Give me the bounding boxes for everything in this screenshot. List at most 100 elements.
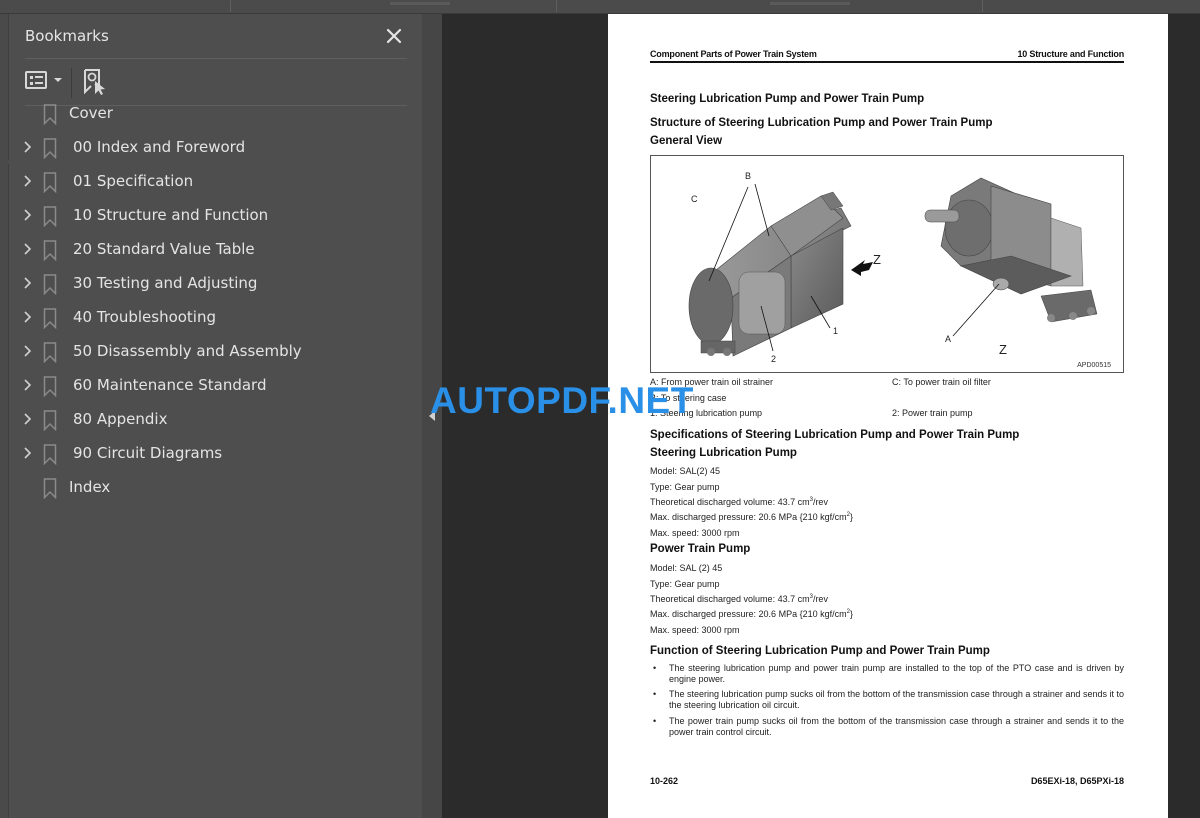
- bookmark-label: 00 Index and Foreword: [73, 138, 246, 156]
- bookmark-label: 30 Testing and Adjusting: [73, 274, 258, 292]
- model-footer: D65EXi-18, D65PXi-18: [1030, 776, 1124, 786]
- bookmark-label: 01 Specification: [73, 172, 194, 190]
- toolbar-divider: [230, 0, 231, 12]
- toolbar-field[interactable]: [390, 2, 450, 5]
- bookmark-item[interactable]: 30 Testing and Adjusting: [9, 268, 409, 298]
- specs-heading: Specifications of Steering Lubrication P…: [650, 429, 1020, 441]
- page-title: Steering Lubrication Pump and Power Trai…: [650, 93, 925, 105]
- bookmark-label: 20 Standard Value Table: [73, 240, 255, 258]
- close-icon: [386, 28, 402, 44]
- function-heading: Function of Steering Lubrication Pump an…: [650, 645, 990, 657]
- bookmark-item[interactable]: 00 Index and Foreword: [9, 132, 409, 162]
- steering-pump-pressure: Max. discharged pressure: 20.6 MPa {210 …: [650, 512, 853, 522]
- toolbar-divider: [71, 68, 72, 98]
- label-a: A: [945, 334, 952, 344]
- legend-c: C: To power train oil filter: [892, 377, 991, 387]
- structure-heading: Structure of Steering Lubrication Pump a…: [650, 117, 993, 129]
- toolbar-divider: [982, 0, 983, 12]
- bookmark-icon: [43, 206, 57, 227]
- power-train-pump-volume: Theoretical discharged volume: 43.7 cm3/…: [650, 594, 828, 604]
- options-menu-button[interactable]: [25, 70, 65, 94]
- close-panel-button[interactable]: [383, 25, 405, 47]
- bookmarks-toolbar: [25, 68, 405, 98]
- bookmark-item[interactable]: 40 Troubleshooting: [9, 302, 409, 332]
- bookmark-icon: [43, 240, 57, 261]
- power-train-pump-speed: Max. speed: 3000 rpm: [650, 625, 740, 635]
- bookmark-icon: [43, 444, 57, 465]
- bookmark-item[interactable]: 80 Appendix: [9, 404, 409, 434]
- bookmark-icon: [43, 342, 57, 363]
- bookmark-icon: [43, 274, 57, 295]
- chevron-right-icon[interactable]: [23, 242, 33, 256]
- top-toolbar: [0, 0, 1200, 14]
- list-options-icon: [25, 71, 47, 89]
- power-train-pump-heading: Power Train Pump: [650, 543, 751, 555]
- bookmark-icon: [43, 376, 57, 397]
- bookmark-item[interactable]: 01 Specification: [9, 166, 409, 196]
- pump-right-view: [924, 177, 1098, 323]
- steering-pump-model: Model: SAL(2) 45: [650, 466, 721, 476]
- new-bookmark-button[interactable]: [83, 68, 109, 96]
- steering-pump-volume: Theoretical discharged volume: 43.7 cm3/…: [650, 497, 828, 507]
- arrow-z-icon: [851, 260, 873, 276]
- general-view-heading: General View: [650, 135, 723, 147]
- bookmark-label: 60 Maintenance Standard: [73, 376, 267, 394]
- bookmark-item[interactable]: 20 Standard Value Table: [9, 234, 409, 264]
- power-train-pump-model: Model: SAL (2) 45: [650, 563, 723, 573]
- steering-pump-heading: Steering Lubrication Pump: [650, 447, 797, 459]
- bookmark-label: 90 Circuit Diagrams: [73, 444, 223, 462]
- pump-figure: B C 1 2 Z A Z APD00515: [650, 155, 1124, 373]
- chevron-right-icon[interactable]: [23, 208, 33, 222]
- leader-line-b: [754, 183, 770, 237]
- bookmark-item[interactable]: 10 Structure and Function: [9, 200, 409, 230]
- chevron-right-icon[interactable]: [23, 412, 33, 426]
- bookmark-label: 80 Appendix: [73, 410, 168, 428]
- bookmark-label: 10 Structure and Function: [73, 206, 269, 224]
- watermark: AUTOPDF.NET: [430, 380, 694, 421]
- bookmark-icon: [43, 308, 57, 329]
- legend-2: 2: Power train pump: [892, 408, 973, 418]
- bookmark-item[interactable]: 50 Disassembly and Assembly: [9, 336, 409, 366]
- chevron-down-icon: [54, 78, 62, 82]
- chevron-right-icon[interactable]: [23, 446, 33, 460]
- bookmark-label: Cover: [69, 104, 113, 122]
- power-train-pump-type: Type: Gear pump: [650, 579, 720, 589]
- power-train-pump-pressure: Max. discharged pressure: 20.6 MPa {210 …: [650, 609, 853, 619]
- label-z-arrow: Z: [873, 252, 881, 267]
- bookmark-icon: [43, 478, 57, 499]
- panel-title: Bookmarks: [25, 27, 109, 45]
- running-head-right: 10 Structure and Function: [1017, 49, 1124, 59]
- running-header: Component Parts of Power Train System 10…: [650, 49, 1124, 63]
- pump-left-view: [688, 191, 852, 357]
- function-bullet: • The steering lubrication pump sucks oil…: [653, 689, 1124, 711]
- label-c: C: [691, 194, 698, 204]
- function-bullet: • The steering lubrication pump and power…: [653, 663, 1124, 685]
- label-z-view: Z: [999, 342, 1007, 357]
- toolbar-divider: [556, 0, 557, 12]
- pump-illustration: [688, 177, 1098, 357]
- steering-pump-type: Type: Gear pump: [650, 482, 720, 492]
- chevron-right-icon[interactable]: [23, 378, 33, 392]
- bookmark-item[interactable]: Cover: [9, 98, 409, 128]
- bookmark-icon: [43, 410, 57, 431]
- leader-line-a: [952, 283, 1000, 337]
- running-head-left: Component Parts of Power Train System: [650, 49, 817, 59]
- chevron-right-icon[interactable]: [23, 174, 33, 188]
- figure-ref: APD00515: [1077, 362, 1111, 369]
- chevron-right-icon[interactable]: [23, 310, 33, 324]
- bookmark-item[interactable]: 60 Maintenance Standard: [9, 370, 409, 400]
- bookmark-item[interactable]: Index: [9, 472, 409, 502]
- bookmark-item[interactable]: 90 Circuit Diagrams: [9, 438, 409, 468]
- toolbar-field[interactable]: [770, 2, 850, 5]
- page-number: 10-262: [650, 776, 679, 786]
- chevron-right-icon[interactable]: [23, 344, 33, 358]
- bookmark-icon: [43, 172, 57, 193]
- bookmark-label: Index: [69, 478, 111, 496]
- new-bookmark-icon: [84, 69, 105, 95]
- steering-pump-speed: Max. speed: 3000 rpm: [650, 528, 740, 538]
- label-2: 2: [771, 354, 777, 364]
- label-1: 1: [833, 326, 839, 336]
- bookmark-icon: [43, 138, 57, 159]
- chevron-right-icon[interactable]: [23, 140, 33, 154]
- chevron-right-icon[interactable]: [23, 276, 33, 290]
